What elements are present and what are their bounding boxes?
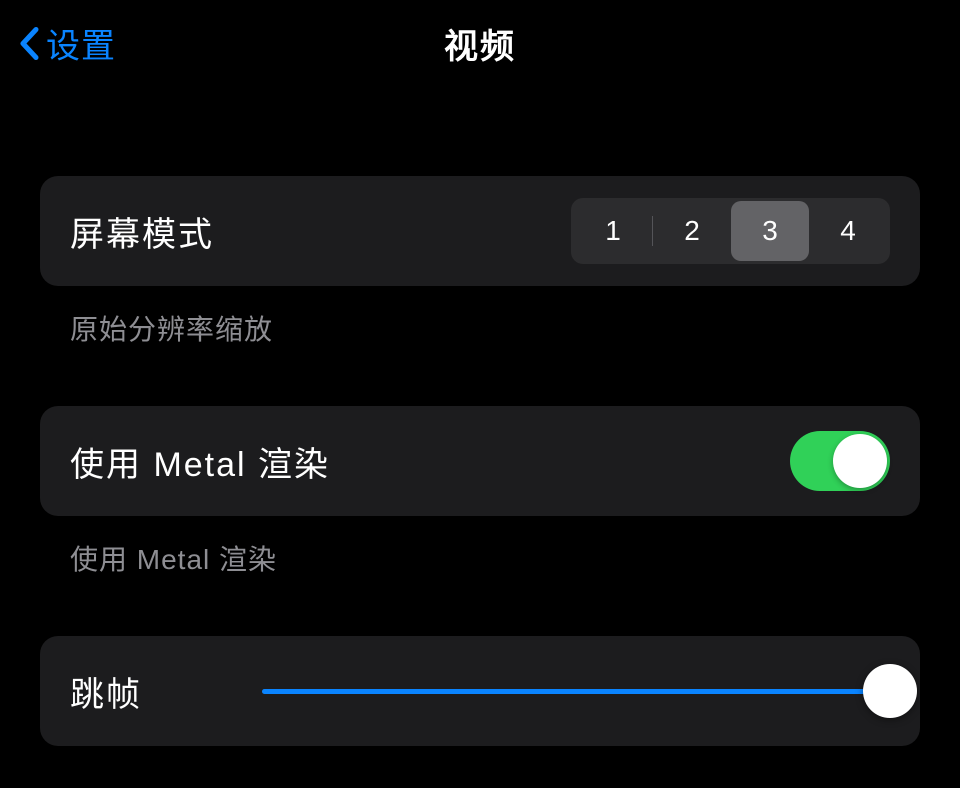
metal-footer: 使用 Metal 渲染 <box>40 516 920 578</box>
frameskip-slider[interactable] <box>262 661 890 721</box>
screen-mode-segmented[interactable]: 1234 <box>571 198 890 264</box>
segment-1[interactable]: 1 <box>574 201 652 261</box>
page-title: 视频 <box>444 19 516 68</box>
metal-switch[interactable] <box>790 431 890 491</box>
screen-mode-footer: 原始分辨率缩放 <box>40 286 920 348</box>
slider-thumb[interactable] <box>863 664 917 718</box>
back-label: 设置 <box>46 19 116 68</box>
screen-mode-section: 屏幕模式 1234 原始分辨率缩放 <box>40 176 920 348</box>
frameskip-cell: 跳帧 <box>40 636 920 746</box>
switch-knob <box>833 434 887 488</box>
segment-3[interactable]: 3 <box>731 201 809 261</box>
metal-section: 使用 Metal 渲染 使用 Metal 渲染 <box>40 406 920 578</box>
frameskip-section: 跳帧 <box>40 636 920 746</box>
screen-mode-cell: 屏幕模式 1234 <box>40 176 920 286</box>
screen-mode-label: 屏幕模式 <box>70 207 214 256</box>
nav-bar: 设置 视频 <box>0 0 960 86</box>
metal-cell: 使用 Metal 渲染 <box>40 406 920 516</box>
back-button[interactable]: 设置 <box>18 19 116 68</box>
metal-label: 使用 Metal 渲染 <box>70 437 330 486</box>
slider-fill <box>262 689 890 694</box>
frameskip-label: 跳帧 <box>70 667 142 716</box>
content: 屏幕模式 1234 原始分辨率缩放 使用 Metal 渲染 使用 Metal 渲… <box>0 86 960 746</box>
segment-2[interactable]: 2 <box>653 201 731 261</box>
chevron-left-icon <box>18 25 40 61</box>
segment-4[interactable]: 4 <box>809 201 887 261</box>
